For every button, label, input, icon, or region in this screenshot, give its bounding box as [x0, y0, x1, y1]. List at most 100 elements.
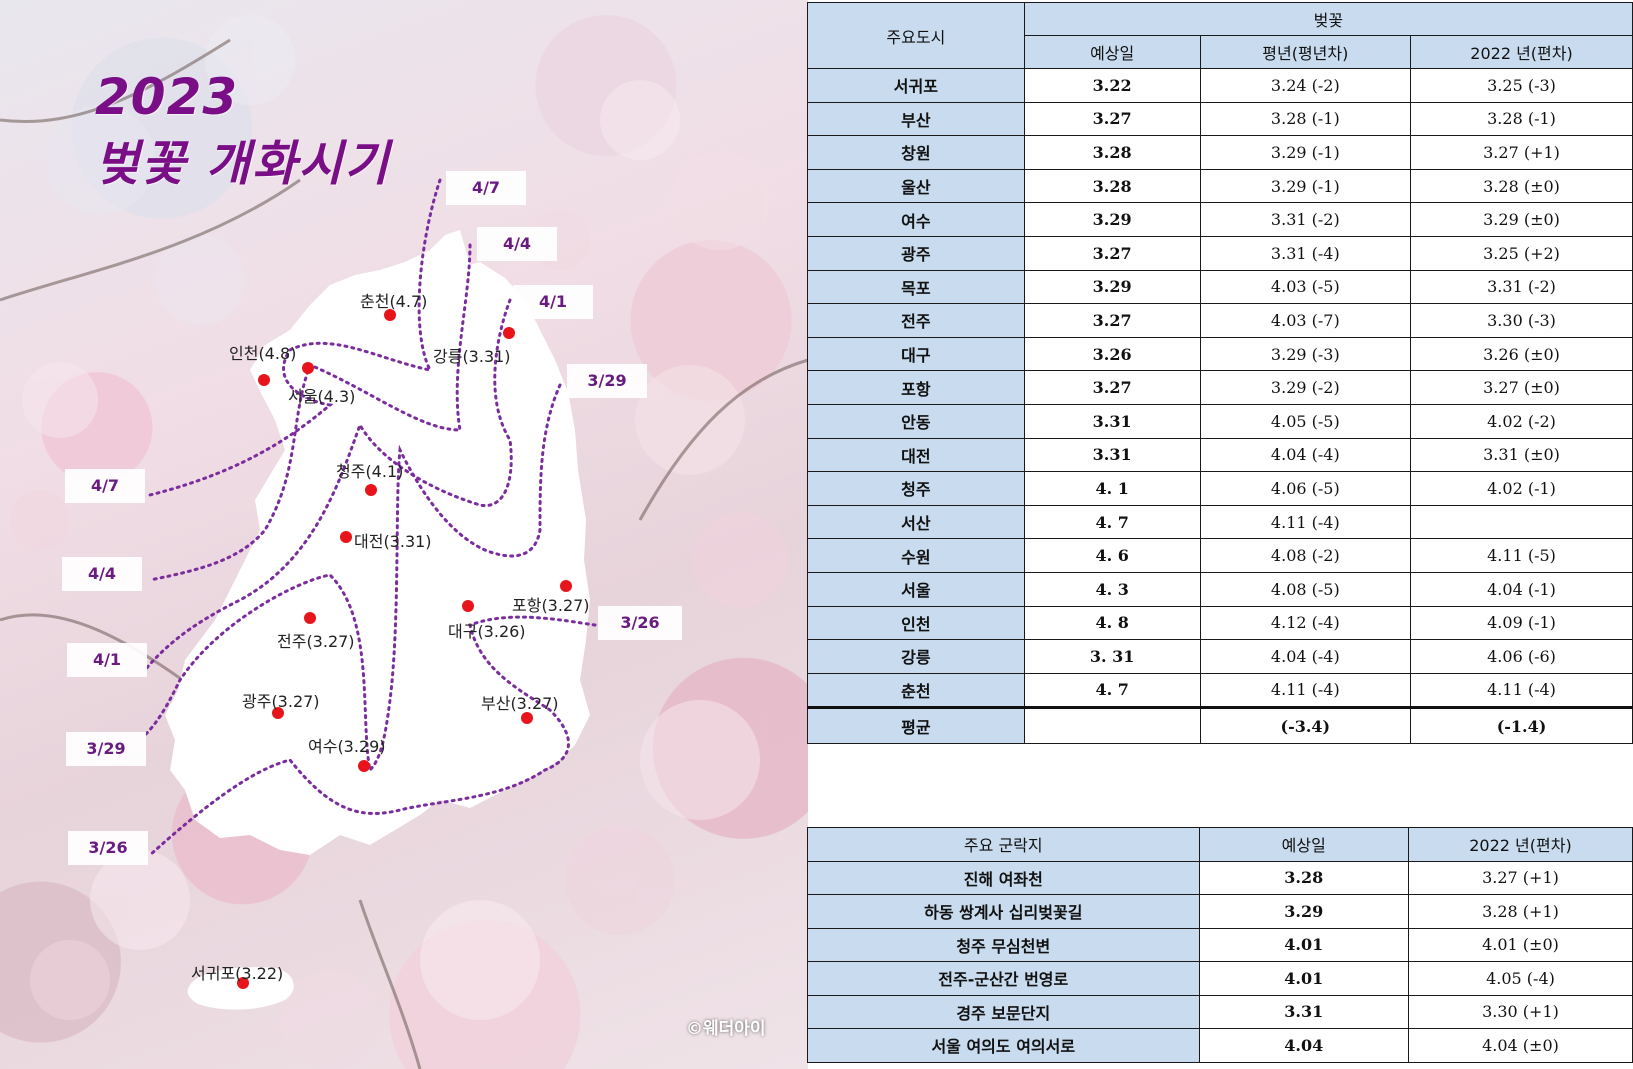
city-label-jeonju: 전주(3.27)	[277, 632, 355, 651]
city-label-gwangju: 광주(3.27)	[242, 692, 320, 711]
row-city: 강릉	[807, 639, 1025, 674]
row-city: 서귀포	[807, 68, 1025, 103]
isoline-label: 3/29	[567, 364, 647, 398]
row-2022: 4.02 (-2)	[1410, 403, 1633, 439]
isoline-label: 3/29	[66, 732, 146, 766]
row-city: 부산	[807, 101, 1025, 137]
table-row: 광주 3.27 3.31 (-4) 3.25 (+2)	[807, 235, 1633, 271]
row-normal: 4.04 (-4)	[1199, 437, 1412, 473]
table-row: 전주 3.27 4.03 (-7) 3.30 (-3)	[807, 303, 1633, 338]
header-spot-2022: 2022 년(편차)	[1407, 827, 1633, 862]
average-row: 평균 (-3.4) (-1.4)	[807, 706, 1633, 745]
table-row: 춘천 4. 7 4.11 (-4) 4.11 (-4)	[807, 672, 1633, 709]
row-spot-2022: 4.01 (±0)	[1407, 927, 1633, 962]
copyright-text: ©웨더아이	[686, 1019, 766, 1039]
table-row: 대전 3.31 4.04 (-4) 3.31 (±0)	[807, 437, 1633, 473]
spots-table-body: 진해 여좌천 3.28 3.27 (+1) 하동 쌍계사 십리벚꽃길 3.29 3.28 …	[807, 860, 1633, 1063]
city-label-incheon: 인천(4.8)	[229, 344, 297, 363]
table-row: 서산 4. 7 4.11 (-4)	[807, 504, 1633, 540]
row-pred: 3.27	[1023, 235, 1201, 271]
row-spot: 진해 여좌천	[807, 860, 1200, 895]
table-row: 울산 3.28 3.29 (-1) 3.28 (±0)	[807, 168, 1633, 204]
marker-cheongju	[365, 484, 377, 496]
row-spot: 하동 쌍계사 십리벚꽃길	[807, 894, 1200, 929]
table-row: 하동 쌍계사 십리벚꽃길 3.29 3.28 (+1)	[807, 894, 1633, 929]
marker-incheon	[258, 374, 270, 386]
table-row: 창원 3.28 3.29 (-1) 3.27 (+1)	[807, 135, 1633, 170]
table-row: 진해 여좌천 3.28 3.27 (+1)	[807, 860, 1633, 895]
isoline-label: 4/4	[477, 227, 557, 261]
row-spot-pred: 4.01	[1198, 927, 1409, 962]
row-city: 포항	[807, 370, 1025, 405]
row-pred: 3.27	[1023, 370, 1201, 405]
header-group: 벚꽃	[1023, 2, 1633, 36]
row-normal: 4.11 (-4)	[1199, 672, 1412, 709]
header-city: 주요도시	[807, 2, 1025, 69]
marker-pohang	[560, 580, 572, 592]
marker-seoul	[302, 362, 314, 374]
table-row: 여수 3.29 3.31 (-2) 3.29 (±0)	[807, 202, 1633, 237]
avg-normal: (-3.4)	[1199, 706, 1412, 745]
row-pred: 3.29	[1023, 202, 1201, 237]
row-normal: 3.29 (-1)	[1199, 135, 1412, 170]
marker-daegu	[462, 600, 474, 612]
marker-daejeon	[340, 531, 352, 543]
row-spot-2022: 3.27 (+1)	[1407, 860, 1633, 895]
row-pred: 4. 3	[1023, 571, 1201, 607]
row-pred: 3.28	[1023, 168, 1201, 204]
row-2022: 4.04 (-1)	[1410, 571, 1633, 607]
row-spot-2022: 3.30 (+1)	[1407, 994, 1633, 1029]
row-normal: 4.08 (-2)	[1199, 538, 1412, 573]
row-2022	[1410, 504, 1633, 540]
header-spot: 주요 군락지	[807, 827, 1200, 862]
city-label-daejeon: 대전(3.31)	[354, 532, 432, 551]
row-2022: 3.28 (±0)	[1410, 168, 1633, 204]
row-pred: 4. 7	[1023, 504, 1201, 540]
row-city: 안동	[807, 403, 1025, 439]
row-2022: 3.27 (±0)	[1410, 370, 1633, 405]
row-spot-pred: 4.01	[1198, 961, 1409, 996]
row-pred: 3.29	[1023, 269, 1201, 305]
row-city: 대전	[807, 437, 1025, 473]
city-label-gangneung: 강릉(3.31)	[433, 347, 511, 366]
spots-forecast-table: 주요 군락지 예상일 2022 년(편차) 진해 여좌천 3.28 3.27 (+1…	[807, 827, 1633, 1063]
header-normal: 평년(평년차)	[1199, 35, 1412, 69]
row-spot-pred: 4.04	[1198, 1028, 1409, 1063]
table-row: 목포 3.29 4.03 (-5) 3.31 (-2)	[807, 269, 1633, 305]
city-forecast-table: 주요도시 벚꽃 예상일 평년(평년차) 2022 년(편차) 서귀포 3.22 3.…	[807, 2, 1633, 745]
row-city: 춘천	[807, 672, 1025, 709]
row-normal: 4.06 (-5)	[1199, 471, 1412, 506]
isoline-label: 4/1	[67, 643, 147, 677]
row-2022: 4.11 (-4)	[1410, 672, 1633, 709]
table-row: 안동 3.31 4.05 (-5) 4.02 (-2)	[807, 403, 1633, 439]
row-spot: 서울 여의도 여의서로	[807, 1028, 1200, 1063]
row-2022: 4.06 (-6)	[1410, 639, 1633, 674]
avg-label: 평균	[807, 706, 1025, 745]
row-2022: 3.31 (±0)	[1410, 437, 1633, 473]
row-spot-pred: 3.29	[1198, 894, 1409, 929]
isoline-label: 3/26	[68, 831, 148, 865]
row-city: 목포	[807, 269, 1025, 305]
row-city: 서울	[807, 571, 1025, 607]
row-normal: 3.29 (-3)	[1199, 336, 1412, 372]
table-row: 경주 보문단지 3.31 3.30 (+1)	[807, 994, 1633, 1029]
row-spot: 경주 보문단지	[807, 994, 1200, 1029]
isoline-label: 4/1	[513, 285, 593, 319]
row-2022: 4.09 (-1)	[1410, 605, 1633, 641]
header-2022: 2022 년(편차)	[1410, 35, 1633, 69]
table-row: 청주 무심천변 4.01 4.01 (±0)	[807, 927, 1633, 962]
row-pred: 4. 7	[1023, 672, 1201, 709]
table-row: 청주 4. 1 4.06 (-5) 4.02 (-1)	[807, 471, 1633, 506]
row-city: 대구	[807, 336, 1025, 372]
row-normal: 3.29 (-1)	[1199, 168, 1412, 204]
avg-2022: (-1.4)	[1410, 706, 1633, 745]
city-label-yeosu: 여수(3.29)	[308, 737, 386, 756]
row-normal: 4.11 (-4)	[1199, 504, 1412, 540]
main-table-body: 서귀포 3.22 3.24 (-2) 3.25 (-3) 부산 3.27 3.28 (-1)…	[807, 68, 1633, 709]
city-label-busan: 부산(3.27)	[481, 694, 559, 713]
city-label-cheongju: 청주(4.1)	[336, 462, 404, 481]
map-title-year: 2023	[95, 68, 239, 126]
avg-pred	[1023, 706, 1201, 745]
row-pred: 3.31	[1023, 403, 1201, 439]
marker-yeosu	[358, 760, 370, 772]
